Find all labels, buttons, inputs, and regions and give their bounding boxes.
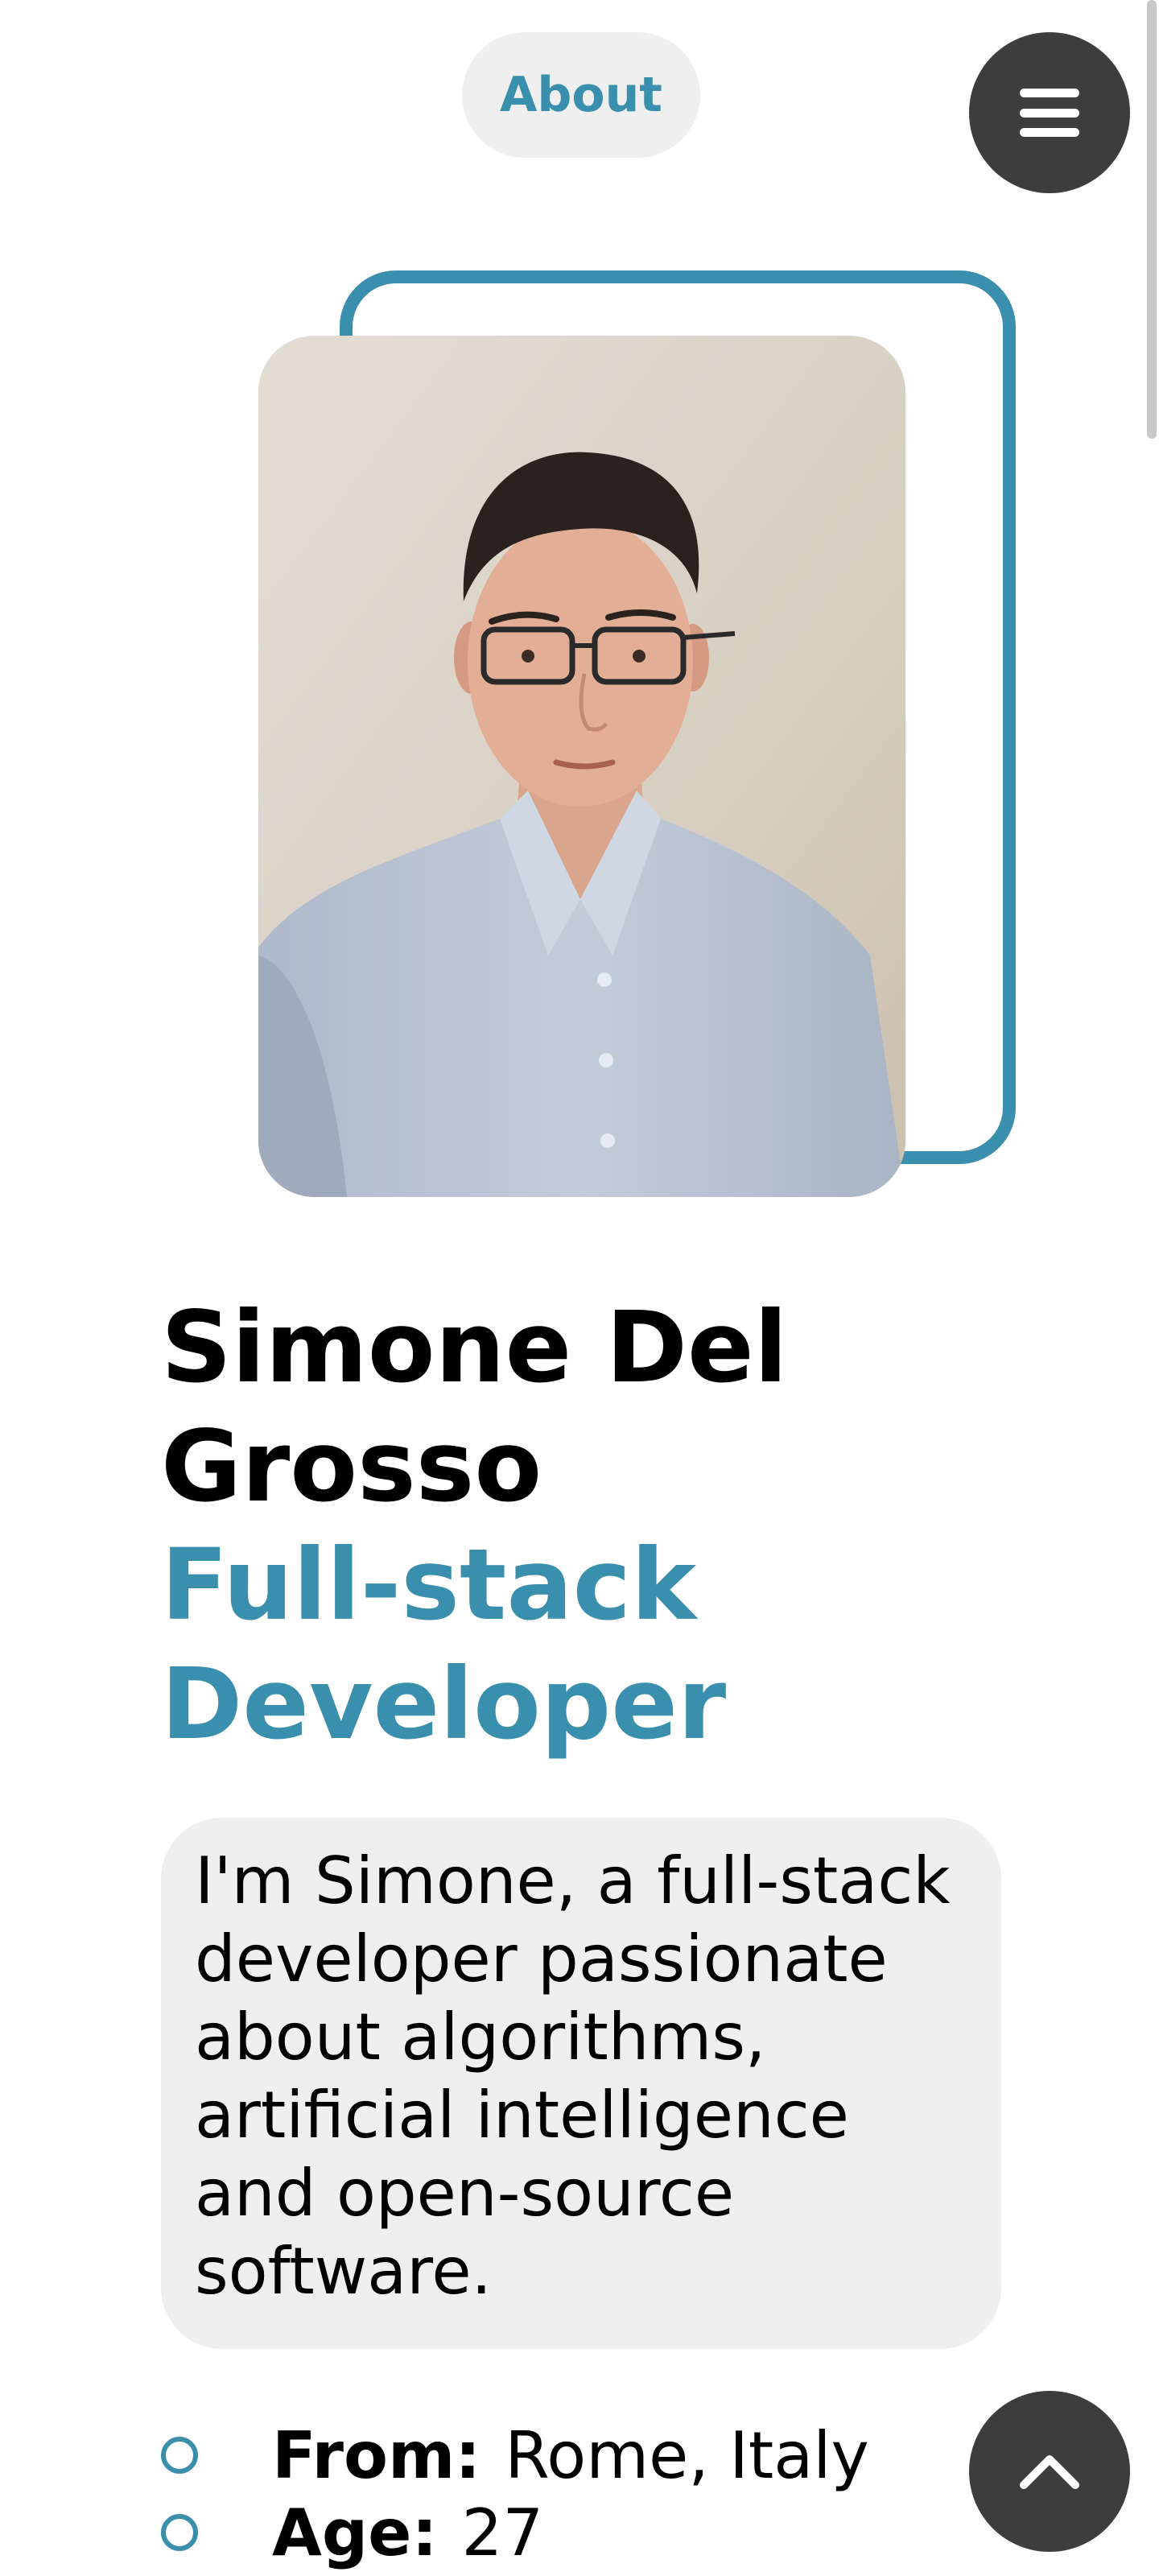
nav-about-pill[interactable]: About <box>462 32 700 158</box>
scrollbar-thumb[interactable] <box>1147 0 1157 439</box>
circle-bullet-icon <box>161 2514 198 2551</box>
fact-value: 27 <box>461 2495 544 2570</box>
menu-button[interactable] <box>969 32 1130 193</box>
facts-list: From: Rome, Italy Age: 27 <box>161 2417 869 2571</box>
profile-name: Simone Del Grosso <box>161 1290 788 1524</box>
circle-bullet-icon <box>161 2437 198 2474</box>
profile-photo <box>258 336 905 1197</box>
nav-about-label: About <box>499 67 662 123</box>
bio-text: I'm Simone, a full-stack developer passi… <box>195 1843 951 2309</box>
fact-item-from: From: Rome, Italy <box>161 2417 869 2494</box>
chevron-up-icon <box>1020 2455 1079 2489</box>
fact-label: Age: <box>272 2495 438 2570</box>
bio-card: I'm Simone, a full-stack developer passi… <box>161 1818 1001 2349</box>
fact-label: From: <box>272 2417 481 2493</box>
hamburger-menu-icon <box>1020 89 1079 137</box>
scroll-to-top-button[interactable] <box>969 2391 1130 2552</box>
fact-item-age: Age: 27 <box>161 2494 869 2571</box>
fact-value: Rome, Italy <box>505 2417 869 2493</box>
profile-role: Full-stack Developer <box>161 1528 727 1761</box>
